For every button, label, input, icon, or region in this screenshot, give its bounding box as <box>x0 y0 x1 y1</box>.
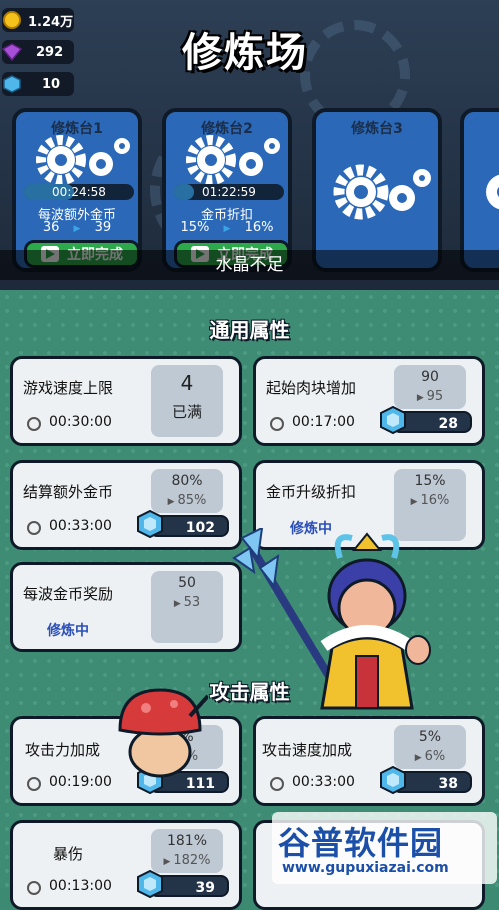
attr-current: 5% <box>418 729 442 745</box>
attr-card-attack-speed[interactable]: 攻击速度加成 00:33:00 5% ▶ 6% 38 <box>253 716 485 806</box>
gem-icon <box>2 42 22 62</box>
training-station-3[interactable]: 修炼台3 <box>312 108 442 272</box>
general-section-title: 通用属性 <box>209 318 290 342</box>
arrow-right-icon: ▶ <box>73 224 81 234</box>
coin-icon <box>2 10 22 30</box>
stopwatch-icon <box>27 881 41 895</box>
attr-card-game-speed[interactable]: 游戏速度上限 00:30:00 4 已满 <box>10 356 242 446</box>
attr-current: 50 <box>178 575 196 591</box>
attr-card-crit-damage[interactable]: 暴伤 00:13:00 181% ▶ 182% 39 <box>10 820 242 910</box>
attr-time: 00:33:00 <box>292 774 355 790</box>
gears-icon <box>486 174 499 210</box>
gem-counter: 292 <box>2 40 74 64</box>
attr-current: 181% <box>166 833 208 849</box>
attr-card-wave-coins[interactable]: 每波金币奖励 修炼中 50 ▶ 53 <box>10 562 242 652</box>
coin-counter: 1.24万 <box>2 8 74 32</box>
gears-icon <box>186 135 280 185</box>
attr-next: ▶ 53 <box>173 595 201 610</box>
attr-next: ▶ 85% <box>167 493 207 508</box>
crystal-icon <box>137 509 163 539</box>
attr-label: 暴伤 <box>53 845 84 863</box>
insufficient-crystal-toast: 水晶不足 <box>0 250 499 280</box>
attack-section-title: 攻击属性 <box>209 680 290 704</box>
attr-value: 4 <box>180 371 194 395</box>
arrow-right-icon: ▶ <box>223 224 231 234</box>
attr-next: ▶ 16% <box>410 493 450 508</box>
stopwatch-icon <box>27 417 41 431</box>
attr-time: 00:17:00 <box>292 414 355 430</box>
attr-next: ▶ 95 <box>416 389 444 404</box>
crystal-icon <box>137 869 163 899</box>
attr-time: 00:30:00 <box>49 414 112 430</box>
attr-card-meat[interactable]: 起始肉块增加 00:17:00 90 ▶ 95 28 <box>253 356 485 446</box>
attr-time: 00:33:00 <box>49 518 112 534</box>
station-name: 修炼台3 <box>351 121 403 137</box>
timer-progress <box>174 184 194 200</box>
crystal-icon <box>380 765 406 795</box>
gears-icon <box>36 135 130 185</box>
crystal-icon <box>380 405 406 435</box>
attr-current: 90 <box>421 369 439 385</box>
attr-time: 00:13:00 <box>49 878 112 894</box>
watermark: 谷普软件园 www.gupuxiazai.com <box>272 812 497 884</box>
attr-label: 金币升级折扣 <box>266 483 357 501</box>
attr-label: 攻击速度加成 <box>262 741 353 759</box>
attr-current: 15% <box>414 473 446 489</box>
attr-status: 已满 <box>171 403 202 421</box>
station-values: 15% ▶ 16% <box>180 220 274 235</box>
attr-label: 游戏速度上限 <box>23 379 114 397</box>
attr-current: 80% <box>171 473 203 489</box>
stopwatch-icon <box>27 777 41 791</box>
crystal-icon <box>2 74 22 94</box>
attr-next: ▶ 6% <box>414 749 446 764</box>
station-timer: 01:22:59 <box>174 184 284 200</box>
mushroom-sprite <box>118 688 208 778</box>
station-values: 36 ▶ 39 <box>42 220 112 235</box>
attr-label: 结算额外金币 <box>23 483 114 501</box>
training-station-2[interactable]: 修炼台2 01:22:59 金币折扣 15% ▶ 16% 立即完成 <box>162 108 292 272</box>
training-status: 修炼中 <box>47 623 89 639</box>
attr-label: 攻击力加成 <box>25 741 101 759</box>
stopwatch-icon <box>27 521 41 535</box>
attr-next: ▶ 182% <box>163 853 211 868</box>
attr-time: 00:19:00 <box>49 774 112 790</box>
crystal-counter: 10 <box>2 72 74 96</box>
station-timer: 00:24:58 <box>24 184 134 200</box>
stopwatch-icon <box>270 417 284 431</box>
training-station-4[interactable] <box>460 108 499 272</box>
training-station-1[interactable]: 修炼台1 00:24:58 每波额外金币 36 ▶ 39 立即完成 <box>12 108 142 272</box>
stopwatch-icon <box>270 777 284 791</box>
attr-label: 起始肉块增加 <box>266 379 357 397</box>
gears-icon <box>333 164 431 220</box>
attr-label: 每波金币奖励 <box>23 585 114 603</box>
attr-card-extra-coins[interactable]: 结算额外金币 00:33:00 80% ▶ 85% 102 <box>10 460 242 550</box>
page-title: 修炼场 <box>182 30 308 76</box>
